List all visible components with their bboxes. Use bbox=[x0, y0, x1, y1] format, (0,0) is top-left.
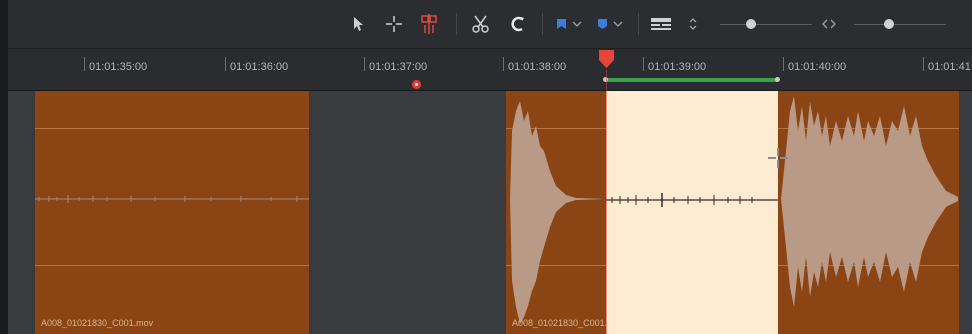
toolbar-separator bbox=[542, 13, 543, 35]
clip-waveform bbox=[35, 195, 309, 203]
flag-dropdown-icon[interactable] bbox=[553, 12, 585, 36]
timecode-label: 01:01:40:00 bbox=[788, 61, 847, 73]
out-point-handle[interactable] bbox=[775, 77, 780, 82]
timecode-label: 01:01:36:00 bbox=[230, 61, 289, 73]
zoom-code-icon[interactable] bbox=[820, 12, 838, 36]
trim-cursor-icon bbox=[767, 147, 789, 174]
playhead-line[interactable] bbox=[606, 70, 607, 334]
timeline-toolbar bbox=[8, 0, 972, 49]
timeline-marker[interactable] bbox=[412, 80, 421, 89]
timecode-ruler[interactable]: 01:01:35:00 01:01:36:00 01:01:37:00 01:0… bbox=[8, 49, 972, 91]
selection-arrow-icon[interactable] bbox=[348, 12, 368, 36]
selected-range[interactable] bbox=[606, 91, 778, 334]
timecode-label: 01:01:35:00 bbox=[89, 61, 148, 73]
playhead-icon[interactable] bbox=[599, 50, 614, 75]
clip-name: A008_01021830_C001.mov bbox=[41, 318, 154, 328]
ruler-tick bbox=[503, 57, 504, 71]
ruler-tick bbox=[225, 57, 226, 71]
ruler-tick bbox=[783, 57, 784, 71]
ruler-tick bbox=[364, 57, 365, 71]
audio-clip[interactable]: A008_01021830_C001.mov bbox=[35, 91, 309, 334]
height-stepper-icon[interactable] bbox=[686, 12, 700, 36]
ruler-tick bbox=[643, 57, 644, 71]
ruler-tick bbox=[84, 57, 85, 71]
timecode-label: 01:01:37:00 bbox=[369, 61, 428, 73]
track-height-slider[interactable] bbox=[720, 24, 812, 25]
timecode-label: 01:01:39:00 bbox=[648, 61, 707, 73]
track-height-slider-knob[interactable] bbox=[746, 19, 756, 29]
ruler-tick bbox=[923, 57, 924, 71]
selected-waveform bbox=[606, 193, 778, 207]
toolbar-separator bbox=[638, 13, 639, 35]
zoom-slider[interactable] bbox=[854, 24, 946, 25]
toolbar-separator bbox=[456, 13, 457, 35]
snapping-magnet-icon[interactable] bbox=[508, 12, 528, 36]
blade-edit-icon[interactable] bbox=[418, 12, 440, 36]
marker-dropdown-icon[interactable] bbox=[594, 12, 626, 36]
timecode-label: 01:01:38:00 bbox=[508, 61, 567, 73]
trim-crosshair-icon[interactable] bbox=[383, 12, 405, 36]
zoom-slider-knob[interactable] bbox=[884, 19, 894, 29]
in-out-range-bar[interactable] bbox=[606, 78, 778, 82]
track-height-icon[interactable] bbox=[649, 12, 673, 36]
scissors-icon[interactable] bbox=[470, 12, 492, 36]
timecode-label: 01:01:41 bbox=[928, 61, 971, 73]
